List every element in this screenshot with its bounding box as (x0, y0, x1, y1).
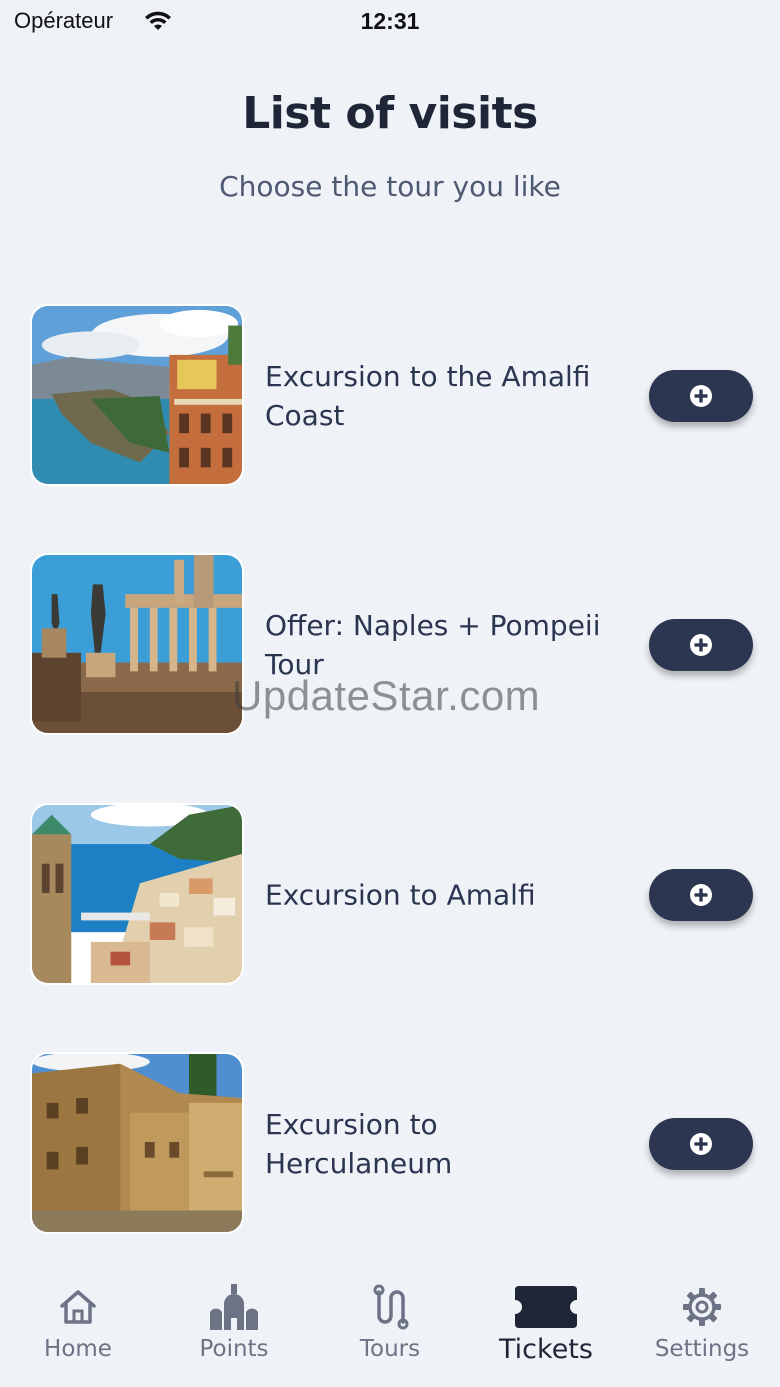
church-icon (210, 1284, 258, 1330)
tab-label: Home (44, 1336, 112, 1362)
herculaneum-ruins-photo[interactable] (30, 1052, 244, 1234)
status-bar: Opérateur 12:31 (0, 0, 780, 44)
add-tour-button[interactable] (649, 1118, 753, 1170)
plus-circle-icon (690, 385, 712, 407)
tab-points[interactable]: Points (156, 1282, 312, 1382)
tab-label: Tours (359, 1336, 421, 1362)
tour-item-amalfi[interactable]: Excursion to Amalfi (0, 803, 780, 987)
plus-circle-icon (690, 634, 712, 656)
tab-label: Tickets (499, 1334, 593, 1365)
plus-circle-icon (690, 884, 712, 906)
route-icon (373, 1284, 409, 1330)
watermark: UpdateStar.com (232, 672, 541, 719)
tab-bar: Home Points Tours Tickets Settings (0, 1262, 780, 1387)
gear-icon (683, 1288, 721, 1326)
tour-name: Excursion to Amalfi (265, 878, 536, 912)
clock: 12:31 (360, 8, 420, 34)
plus-circle-icon (690, 1133, 712, 1155)
add-tour-button[interactable] (649, 370, 753, 422)
amalfi-town-photo[interactable] (30, 803, 244, 985)
tour-item-herculaneum[interactable]: Excursion to Herculaneum (0, 1052, 780, 1236)
ticket-icon (515, 1286, 577, 1328)
add-tour-button[interactable] (649, 869, 753, 921)
tab-tours[interactable]: Tours (312, 1282, 468, 1382)
pompeii-ruins-photo[interactable] (30, 553, 244, 735)
page-title: List of visits (242, 88, 538, 139)
tab-settings[interactable]: Settings (624, 1282, 780, 1382)
tour-name: Excursion to the Amalfi Coast (265, 360, 591, 432)
tour-name: Excursion to Herculaneum (265, 1108, 453, 1180)
tab-label: Points (199, 1336, 269, 1362)
tab-tickets[interactable]: Tickets (468, 1282, 624, 1382)
amalfi-coast-photo[interactable] (30, 304, 244, 486)
home-icon (60, 1290, 96, 1324)
tab-home[interactable]: Home (0, 1282, 156, 1382)
add-tour-button[interactable] (649, 619, 753, 671)
page-subtitle: Choose the tour you like (219, 170, 561, 203)
tour-item-amalfi-coast[interactable]: Excursion to the Amalfi Coast (0, 304, 780, 488)
tab-label: Settings (654, 1336, 750, 1362)
